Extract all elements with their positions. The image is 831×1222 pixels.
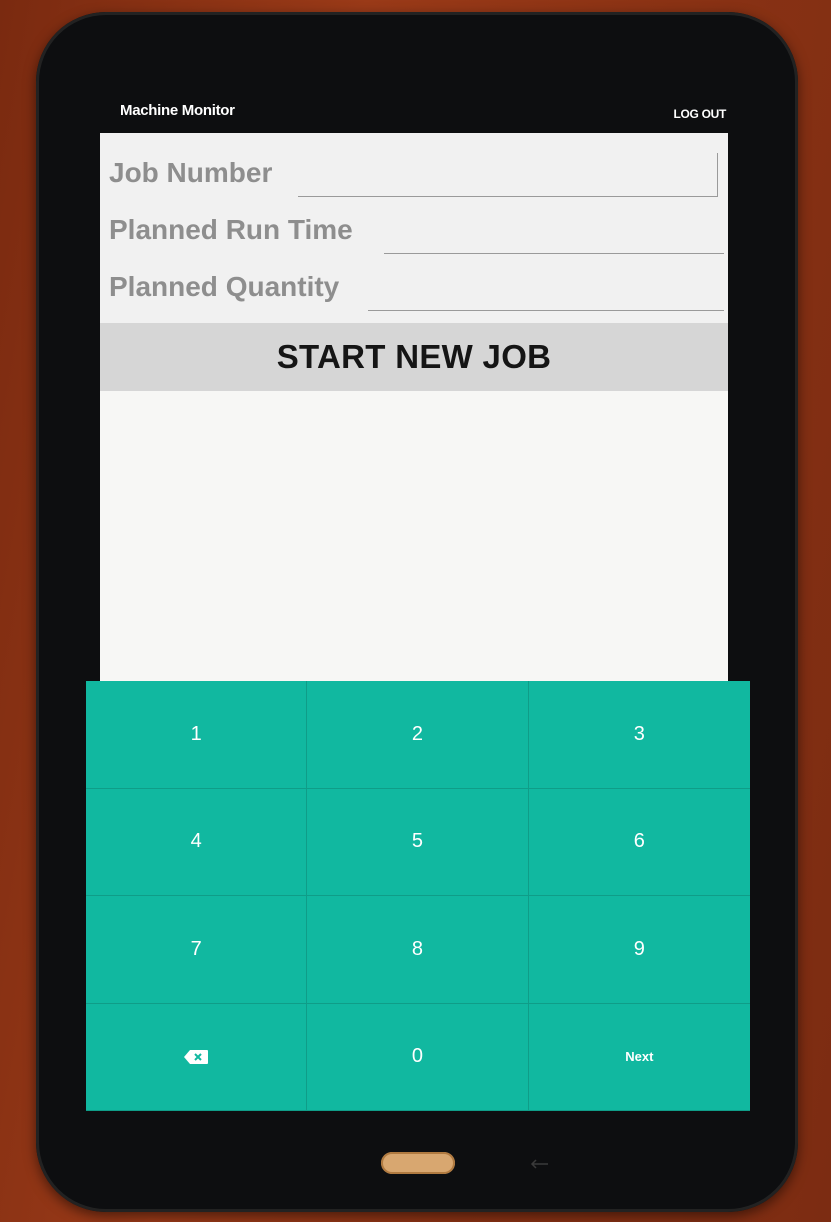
key-0[interactable]: 0: [307, 1003, 529, 1111]
app-title: Machine Monitor: [120, 102, 235, 119]
key-1[interactable]: 1: [86, 681, 308, 789]
job-number-field: Job Number: [100, 143, 728, 197]
planned-run-time-label: Planned Run Time: [109, 214, 353, 245]
back-icon[interactable]: [530, 1158, 552, 1170]
planned-run-time-field: Planned Run Time: [100, 200, 728, 254]
planned-quantity-field: Planned Quantity: [100, 257, 728, 311]
home-button[interactable]: [381, 1152, 455, 1174]
job-number-label: Job Number: [109, 157, 273, 188]
key-3[interactable]: 3: [528, 681, 750, 789]
start-new-job-button[interactable]: START NEW JOB: [100, 323, 728, 391]
key-6[interactable]: 6: [528, 789, 750, 896]
next-key[interactable]: Next: [528, 1004, 750, 1111]
planned-quantity-input[interactable]: [368, 267, 724, 311]
backspace-key[interactable]: [86, 1003, 308, 1111]
key-4[interactable]: 4: [86, 788, 308, 896]
key-8[interactable]: 8: [307, 896, 529, 1004]
key-2[interactable]: 2: [307, 681, 529, 789]
app-bar: Machine Monitor LOG OUT: [100, 98, 726, 132]
numeric-keypad: 1 2 3 4 5 6 7 8 9 0 Next: [86, 681, 750, 1111]
key-7[interactable]: 7: [86, 896, 308, 1004]
planned-quantity-label: Planned Quantity: [109, 271, 340, 302]
content-area: [100, 391, 728, 681]
logout-button[interactable]: LOG OUT: [673, 107, 726, 121]
job-number-input[interactable]: [298, 153, 718, 197]
planned-run-time-input[interactable]: [384, 210, 724, 254]
key-9[interactable]: 9: [528, 896, 750, 1004]
backspace-icon: [184, 1049, 209, 1064]
key-5[interactable]: 5: [307, 788, 529, 896]
job-form: Job Number Planned Run Time Planned Quan…: [100, 133, 728, 681]
